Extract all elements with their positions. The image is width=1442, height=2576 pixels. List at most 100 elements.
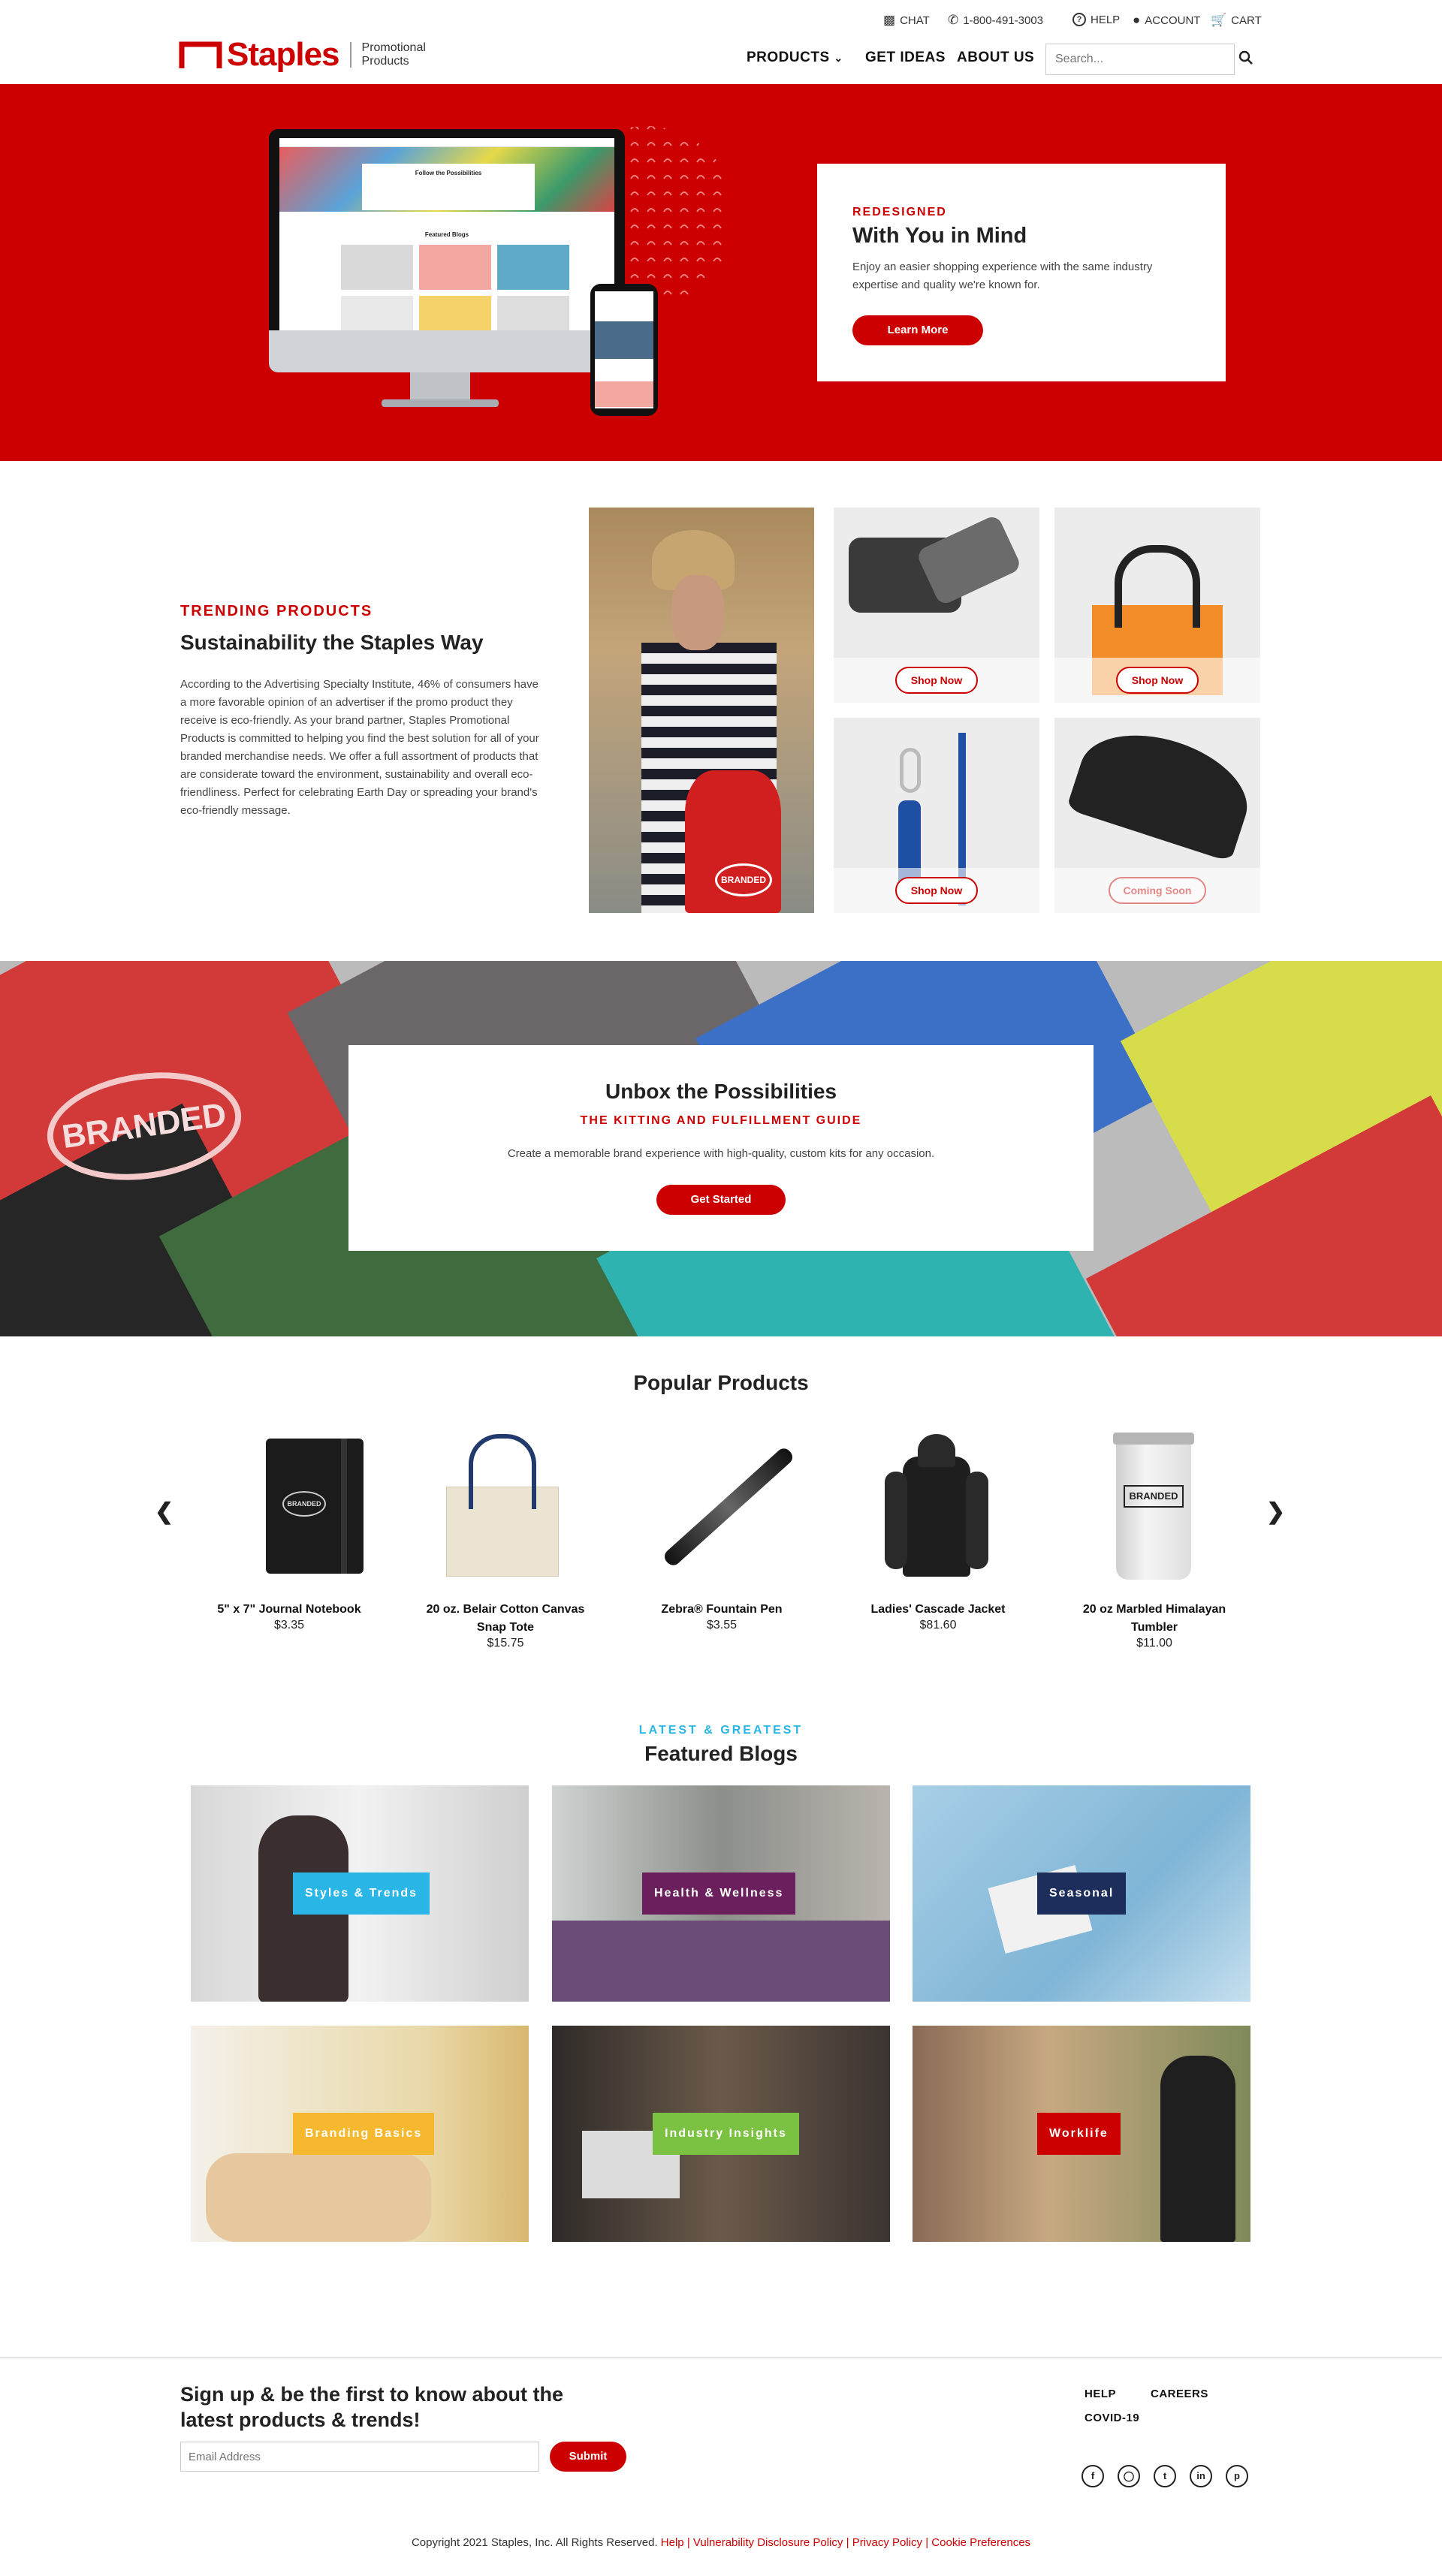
- product-image-fountain-pen[interactable]: [661, 1445, 796, 1568]
- logo-sub-products: Products: [361, 55, 409, 68]
- product-image-tumbler[interactable]: BRANDED: [1113, 1433, 1194, 1580]
- instagram-icon[interactable]: ◯: [1118, 2465, 1140, 2487]
- nav-products[interactable]: PRODUCTS ⌄: [747, 50, 843, 66]
- chevron-down-icon: ⌄: [834, 52, 843, 64]
- notebook-branded-stamp: BRANDED: [282, 1491, 326, 1517]
- facebook-icon[interactable]: f: [1082, 2465, 1104, 2487]
- cart-label: CART: [1231, 14, 1262, 27]
- product-price-5: $11.00: [1136, 1637, 1172, 1650]
- site-header: Staples Promotional Products ▩ CHAT ✆ 1-80…: [0, 0, 1442, 84]
- blog-card-worklife[interactable]: Worklife: [913, 2026, 1250, 2242]
- hero-title: With You in Mind: [852, 224, 1027, 248]
- product-name-2[interactable]: 20 oz. Belair Cotton Canvas Snap Tote: [419, 1601, 592, 1637]
- drawstring-bag-image: BRANDED: [589, 508, 814, 913]
- unbox-subtitle: THE KITTING AND FULFILLMENT GUIDE: [580, 1114, 862, 1127]
- footer-link-careers[interactable]: CAREERS: [1151, 2388, 1208, 2400]
- product-name-3[interactable]: Zebra® Fountain Pen: [635, 1601, 808, 1619]
- blog-tag-branding: Branding Basics: [293, 2113, 435, 2155]
- blog-tag-worklife: Worklife: [1037, 2113, 1121, 2155]
- monitor-base: [382, 399, 499, 407]
- legal-bar: Copyright 2021 Staples, Inc. All Rights …: [411, 2536, 1031, 2549]
- copyright-text: Copyright 2021 Staples, Inc. All Rights …: [411, 2536, 658, 2549]
- blog-card-styles[interactable]: Styles & Trends: [191, 1785, 529, 2002]
- logo-sub-promotional: Promotional: [361, 41, 426, 54]
- signup-line-2: latest products & trends!: [180, 2409, 421, 2431]
- phone-label: 1-800-491-3003: [963, 14, 1044, 27]
- legal-link-help[interactable]: Help: [661, 2536, 684, 2549]
- product-name-4[interactable]: Ladies' Cascade Jacket: [852, 1601, 1024, 1619]
- email-field[interactable]: [180, 2442, 539, 2472]
- blogs-eyebrow: LATEST & GREATEST: [638, 1724, 804, 1737]
- hero-text: Enjoy an easier shopping experience with…: [852, 261, 1153, 291]
- phone-icon: ✆: [948, 13, 959, 27]
- product-tile-straw: Shop Now: [834, 718, 1039, 913]
- unbox-banner: BRANDED Unbox the Possibilities THE KITT…: [0, 961, 1442, 1336]
- coming-soon-button: Coming Soon: [1109, 877, 1206, 904]
- cart-link[interactable]: 🛒 CART: [1211, 13, 1262, 28]
- nav-about-us[interactable]: ABOUT US: [957, 50, 1034, 66]
- blog-tag-industry: Industry Insights: [653, 2113, 799, 2155]
- blog-card-branding[interactable]: Branding Basics: [191, 2026, 529, 2242]
- logo-divider: [349, 42, 351, 68]
- blog-tag-seasonal: Seasonal: [1037, 1872, 1127, 1915]
- chat-label: CHAT: [900, 14, 930, 27]
- shop-now-button-tote[interactable]: Shop Now: [1116, 667, 1199, 694]
- monitor-screen: Follow the Possibilities Featured Blogs: [279, 138, 614, 330]
- product-tile-lunchbox: Shop Now: [834, 508, 1039, 703]
- unbox-text: Create a memorable brand experience with…: [507, 1147, 935, 1160]
- shop-now-button-lunchbox[interactable]: Shop Now: [895, 667, 978, 694]
- blogs-title: Featured Blogs: [644, 1742, 798, 1765]
- nav-get-ideas[interactable]: GET IDEAS: [865, 50, 946, 66]
- trending-eyebrow: TRENDING PRODUCTS: [180, 603, 373, 619]
- legal-link-cookies[interactable]: Cookie Preferences: [931, 2536, 1030, 2549]
- learn-more-button[interactable]: Learn More: [852, 315, 983, 345]
- twitter-icon[interactable]: t: [1154, 2465, 1176, 2487]
- chat-link[interactable]: ▩ CHAT: [883, 13, 930, 28]
- hero-eyebrow: REDESIGNED: [852, 206, 947, 218]
- monitor-stand: [410, 372, 470, 401]
- blog-card-seasonal[interactable]: Seasonal: [913, 1785, 1250, 2002]
- unbox-title: Unbox the Possibilities: [605, 1080, 837, 1103]
- phone-link[interactable]: ✆ 1-800-491-3003: [948, 13, 1043, 28]
- signup-heading: Sign up & be the first to know about the…: [180, 2382, 563, 2433]
- pinterest-icon[interactable]: p: [1226, 2465, 1248, 2487]
- signup-line-1: Sign up & be the first to know about the: [180, 2383, 563, 2406]
- help-label: HELP: [1091, 13, 1121, 26]
- shop-now-button-straw[interactable]: Shop Now: [895, 877, 978, 904]
- staples-logo[interactable]: Staples Promotional Products: [179, 36, 426, 74]
- product-tile-umbrella: Coming Soon: [1054, 718, 1260, 913]
- account-link[interactable]: ● ACCOUNT: [1133, 13, 1200, 28]
- product-tile-tote: Shop Now: [1054, 508, 1260, 703]
- tumbler-branded-label: BRANDED: [1124, 1485, 1184, 1508]
- footer-link-help[interactable]: HELP: [1085, 2388, 1116, 2400]
- blog-card-health[interactable]: Health & Wellness: [552, 1785, 890, 2002]
- linkedin-icon[interactable]: in: [1190, 2465, 1212, 2487]
- chat-icon: ▩: [883, 13, 896, 27]
- carousel-prev-arrow-icon[interactable]: ❮: [155, 1499, 173, 1525]
- cart-icon: 🛒: [1211, 13, 1227, 27]
- legal-link-vulnerability[interactable]: Vulnerability Disclosure Policy: [693, 2536, 843, 2549]
- blog-tag-health: Health & Wellness: [642, 1872, 796, 1915]
- product-name-5[interactable]: 20 oz Marbled Himalayan Tumbler: [1068, 1601, 1241, 1637]
- product-price-3: $3.55: [706, 1619, 738, 1631]
- help-link[interactable]: ? HELP: [1072, 13, 1120, 26]
- blog-card-industry[interactable]: Industry Insights: [552, 2026, 890, 2242]
- trending-title: Sustainability the Staples Way: [180, 631, 484, 654]
- search-input[interactable]: [1045, 44, 1235, 75]
- product-image-canvas-tote[interactable]: [446, 1434, 559, 1577]
- screen-featured: Featured Blogs: [424, 231, 469, 238]
- carousel-next-arrow-icon[interactable]: ❯: [1266, 1499, 1285, 1525]
- account-icon: ●: [1133, 13, 1141, 27]
- blog-tag-styles: Styles & Trends: [293, 1872, 430, 1915]
- product-image-jacket[interactable]: [880, 1434, 993, 1577]
- footer-link-covid[interactable]: COVID-19: [1085, 2412, 1139, 2424]
- product-name-1[interactable]: 5" x 7" Journal Notebook: [203, 1601, 376, 1619]
- submit-button[interactable]: Submit: [550, 2442, 626, 2472]
- legal-link-privacy[interactable]: Privacy Policy: [852, 2536, 922, 2549]
- product-image-notebook[interactable]: BRANDED: [266, 1439, 364, 1574]
- search-icon[interactable]: [1238, 50, 1256, 68]
- get-started-button[interactable]: Get Started: [656, 1185, 786, 1215]
- product-price-1: $3.35: [273, 1619, 305, 1631]
- hero-banner: Follow the Possibilities Featured Blogs …: [0, 84, 1442, 461]
- help-icon: ?: [1072, 13, 1086, 26]
